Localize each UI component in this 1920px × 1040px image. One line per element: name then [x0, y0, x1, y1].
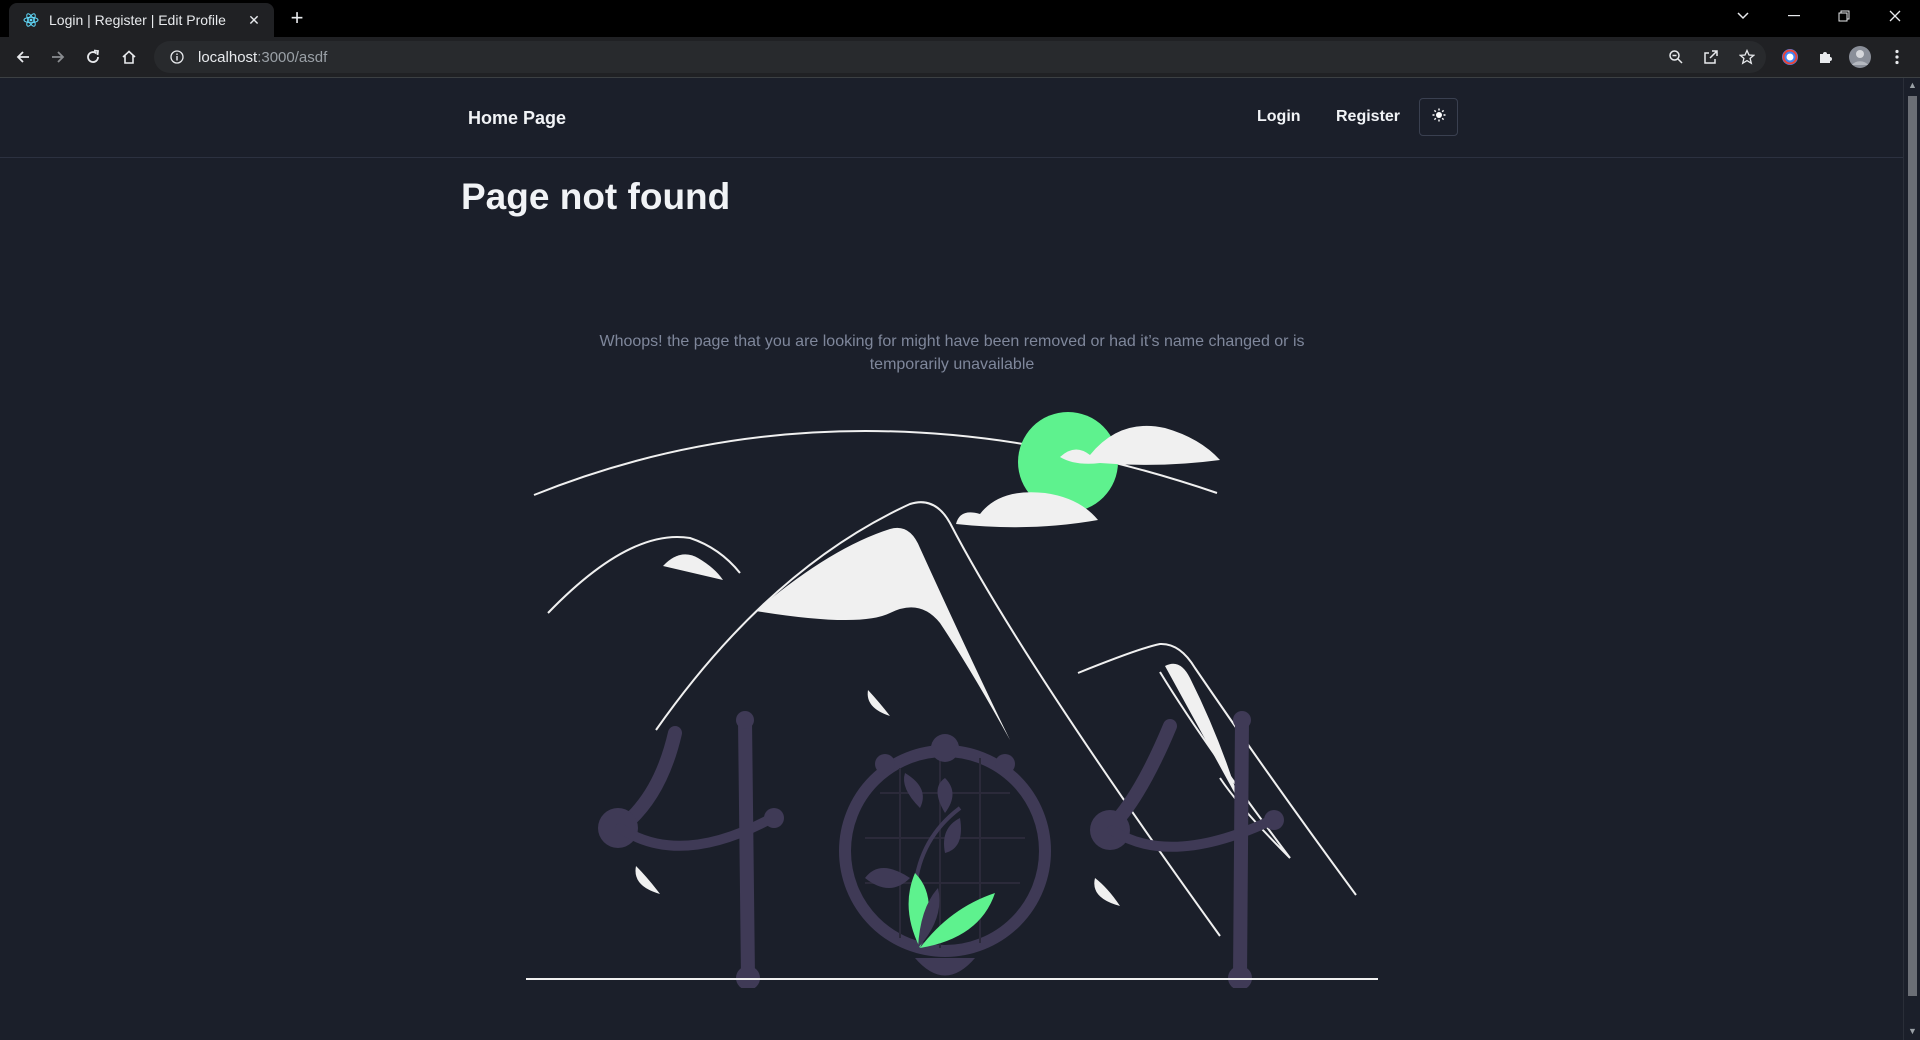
tab-search-icon[interactable] [1720, 0, 1766, 32]
site-navbar: Home Page Login Register [0, 78, 1903, 158]
browser-tab[interactable]: Login | Register | Edit Profile ✕ [9, 3, 274, 37]
page-viewport: Home Page Login Register Page not found … [0, 78, 1903, 1040]
404-illustration [526, 412, 1378, 988]
share-icon[interactable] [1696, 42, 1726, 72]
restore-icon[interactable] [1821, 0, 1867, 32]
home-page-link[interactable]: Home Page [468, 108, 566, 129]
page-scrollbar[interactable]: ▲ ▼ [1903, 78, 1920, 1040]
star-icon[interactable] [1732, 42, 1762, 72]
tab-strip: Login | Register | Edit Profile ✕ + [0, 0, 1920, 37]
sun-icon [1432, 108, 1446, 127]
scroll-up-icon[interactable]: ▲ [1908, 80, 1917, 90]
extensions-icon[interactable] [1810, 42, 1840, 72]
new-tab-button[interactable]: + [282, 4, 312, 32]
home-icon[interactable] [114, 42, 144, 72]
close-icon[interactable]: ✕ [244, 12, 264, 29]
page-title: Page not found [461, 176, 731, 217]
window-close-icon[interactable] [1872, 0, 1918, 32]
login-link[interactable]: Login [1257, 108, 1301, 126]
url-path: :3000/asdf [257, 48, 328, 66]
zoom-icon[interactable] [1661, 42, 1691, 72]
theme-toggle-button[interactable] [1419, 98, 1458, 136]
register-link[interactable]: Register [1336, 108, 1400, 126]
back-icon[interactable] [8, 42, 38, 72]
address-bar[interactable]: localhost:3000/asdf [154, 41, 1766, 73]
browser-toolbar: localhost:3000/asdf [0, 37, 1920, 77]
chrome-extension-icon[interactable] [1775, 42, 1805, 72]
minimize-icon[interactable] [1771, 0, 1817, 32]
reload-icon[interactable] [78, 42, 108, 72]
react-icon [23, 12, 39, 28]
tab-title: Login | Register | Edit Profile [49, 12, 226, 28]
scroll-down-icon[interactable]: ▼ [1908, 1026, 1917, 1036]
forward-icon[interactable] [43, 42, 73, 72]
url-host: localhost [198, 48, 258, 66]
profile-avatar[interactable] [1845, 42, 1875, 72]
info-icon[interactable] [168, 48, 186, 66]
menu-icon[interactable] [1882, 42, 1912, 72]
scroll-thumb[interactable] [1908, 96, 1917, 996]
not-found-message: Whoops! the page that you are looking fo… [599, 333, 1305, 373]
